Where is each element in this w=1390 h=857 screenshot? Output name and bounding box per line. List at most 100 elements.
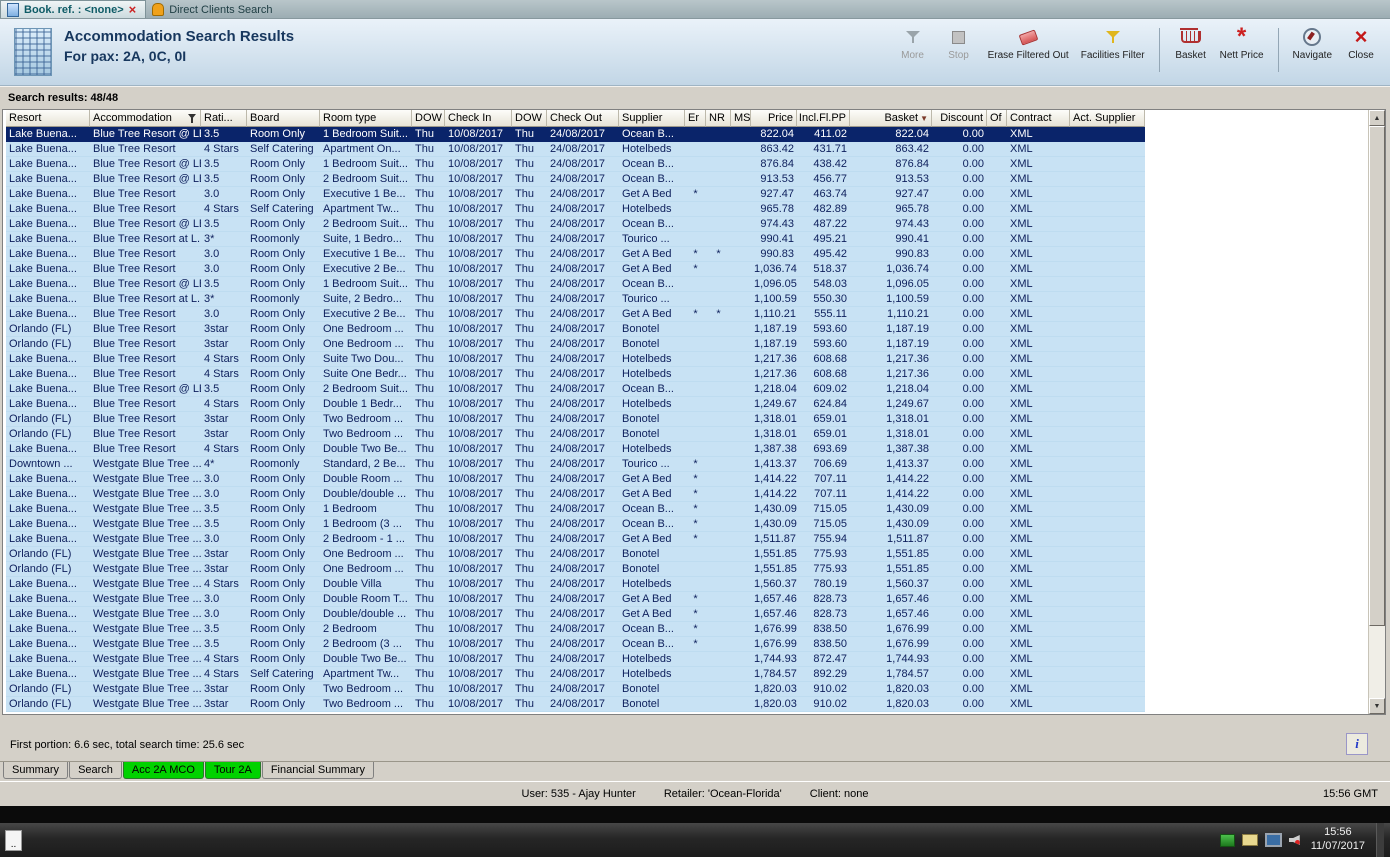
column-header-rating[interactable]: Rati...	[201, 110, 247, 127]
erase-filtered-out-button[interactable]: Erase Filtered Out	[988, 26, 1069, 61]
table-row[interactable]: Lake Buena...Blue Tree Resort @ LBV3.5Ro…	[6, 277, 1385, 292]
vertical-scrollbar[interactable]: ▲ ▼	[1368, 110, 1385, 714]
table-row[interactable]: Lake Buena...Blue Tree Resort @ LBV3.5Ro…	[6, 127, 1385, 142]
close-tab-icon[interactable]: ×	[129, 3, 137, 16]
network-icon[interactable]	[1219, 833, 1235, 847]
column-header-board[interactable]: Board	[247, 110, 320, 127]
cell-er	[685, 322, 706, 337]
table-row[interactable]: Lake Buena... Blue Tree Resort 3.0 Room Onl…	[6, 187, 1385, 202]
table-row[interactable]: Lake Buena... Blue Tree Resort 3.0 Room Onl…	[6, 262, 1385, 277]
table-row[interactable]: Lake Buena... Westgate Blue Tree ... 3.0 Ro…	[6, 532, 1385, 547]
tab-summary[interactable]: Summary	[3, 762, 69, 779]
stop-button[interactable]: Stop	[942, 26, 976, 61]
column-header-incl-fl-pp[interactable]: Incl.Fl.PP	[797, 110, 850, 127]
close-button[interactable]: × Close	[1344, 26, 1378, 62]
table-row[interactable]: Orlando (FL) Blue Tree Resort 3star Room On…	[6, 322, 1385, 337]
more-button[interactable]: More	[896, 26, 930, 61]
table-row[interactable]: Lake Buena... Westgate Blue Tree ... 3.5 Ro…	[6, 637, 1385, 652]
filter-funnel-icon[interactable]	[188, 113, 197, 123]
column-header-discount[interactable]: Discount	[932, 110, 987, 127]
cell-accommodation: Westgate Blue Tree ...	[90, 487, 201, 502]
basket-button[interactable]: Basket	[1174, 26, 1208, 61]
info-button[interactable]: i	[1346, 733, 1368, 755]
column-header-accommodation[interactable]: Accommodation	[90, 110, 201, 127]
column-header-act-supplier[interactable]: Act. Supplier	[1070, 110, 1145, 127]
table-row[interactable]: Lake Buena... Westgate Blue Tree ... 3.5 Ro…	[6, 517, 1385, 532]
table-row[interactable]: Lake Buena...Blue Tree Resort @ LBV3.5Ro…	[6, 217, 1385, 232]
table-row[interactable]: Orlando (FL) Blue Tree Resort 3star Room On…	[6, 337, 1385, 352]
table-row[interactable]: Orlando (FL) Blue Tree Resort 3star Room On…	[6, 427, 1385, 442]
tab-tour-2a[interactable]: Tour 2A	[204, 762, 261, 779]
column-header-resort[interactable]: Resort	[6, 110, 90, 127]
cell-basket: 1,096.05	[850, 277, 932, 292]
table-row[interactable]: Lake Buena... Westgate Blue Tree ... 4 Sta…	[6, 652, 1385, 667]
table-row[interactable]: Lake Buena... Westgate Blue Tree ... 4 Sta…	[6, 667, 1385, 682]
table-row[interactable]: Lake Buena... Blue Tree Resort 3.0 Room Onl…	[6, 247, 1385, 262]
table-row[interactable]: Orlando (FL) Westgate Blue Tree ... 3star R…	[6, 697, 1385, 712]
column-header-nr[interactable]: NR	[706, 110, 731, 127]
tab-direct-clients-search[interactable]: Direct Clients Search	[146, 1, 281, 18]
table-row[interactable]: Lake Buena... Westgate Blue Tree ... 3.5 Ro…	[6, 622, 1385, 637]
mail-icon[interactable]	[1241, 834, 1258, 846]
display-icon[interactable]	[1264, 833, 1282, 847]
table-row[interactable]: Lake Buena...Blue Tree Resort @ LBV3.5Ro…	[6, 382, 1385, 397]
cell-check-in: 10/08/2017	[445, 472, 512, 487]
column-header-er[interactable]: Er	[685, 110, 706, 127]
table-row[interactable]: Lake Buena... Blue Tree Resort 4 Stars Room…	[6, 397, 1385, 412]
column-header-contract[interactable]: Contract	[1007, 110, 1070, 127]
cell-resort: Lake Buena...	[6, 172, 90, 187]
table-row[interactable]: Lake Buena... Westgate Blue Tree ... 3.5 Ro…	[6, 502, 1385, 517]
show-desktop-button[interactable]	[1376, 823, 1384, 857]
column-header-room-type[interactable]: Room type	[320, 110, 412, 127]
table-row[interactable]: Lake Buena...Blue Tree Resort @ LBV3.5Ro…	[6, 157, 1385, 172]
column-header-ms[interactable]: MS	[731, 110, 751, 127]
table-row[interactable]: Lake Buena... Blue Tree Resort 4 Stars Room…	[6, 442, 1385, 457]
taskbar-toolbar-button[interactable]: ..	[5, 829, 22, 851]
scroll-up-button[interactable]: ▲	[1369, 110, 1385, 126]
table-row[interactable]: Lake Buena... Blue Tree Resort at L... 3* R…	[6, 292, 1385, 307]
scrollbar-thumb[interactable]	[1369, 126, 1385, 626]
table-row[interactable]: Orlando (FL) Westgate Blue Tree ... 3star R…	[6, 562, 1385, 577]
table-row[interactable]: Orlando (FL) Blue Tree Resort 3star Room On…	[6, 412, 1385, 427]
cell-dow-in: Thu	[412, 487, 445, 502]
cell-contract: XML	[1007, 562, 1070, 577]
scroll-down-button[interactable]: ▼	[1369, 698, 1385, 714]
table-row[interactable]: Downtown ... Westgate Blue Tree ... 4* Room…	[6, 457, 1385, 472]
table-row[interactable]: Lake Buena... Blue Tree Resort at L... 3* R…	[6, 232, 1385, 247]
table-row[interactable]: Lake Buena... Westgate Blue Tree ... 3.0 Ro…	[6, 592, 1385, 607]
table-row[interactable]: Lake Buena... Westgate Blue Tree ... 3.0 Ro…	[6, 487, 1385, 502]
taskbar-clock[interactable]: 15:56 11/07/2017	[1311, 826, 1365, 854]
column-header-basket[interactable]: Basket ▼	[850, 110, 932, 127]
table-row[interactable]: Lake Buena... Blue Tree Resort 4 Stars Room…	[6, 352, 1385, 367]
column-header-check-in[interactable]: Check In	[445, 110, 512, 127]
column-header-dow-out[interactable]: DOW	[512, 110, 547, 127]
volume-muted-icon[interactable]	[1288, 835, 1300, 845]
column-header-dow-in[interactable]: DOW	[412, 110, 445, 127]
table-row[interactable]: Lake Buena...Blue Tree Resort @ LBV3.5Ro…	[6, 172, 1385, 187]
cell-ms	[731, 172, 751, 187]
cell-accommodation: Blue Tree Resort	[90, 337, 201, 352]
column-header-of[interactable]: Of	[987, 110, 1007, 127]
document-icon	[7, 2, 19, 17]
table-row[interactable]: Orlando (FL) Westgate Blue Tree ... 3star R…	[6, 547, 1385, 562]
tab-financial-summary[interactable]: Financial Summary	[261, 762, 374, 779]
table-row[interactable]: Lake Buena... Blue Tree Resort 3.0 Room Onl…	[6, 307, 1385, 322]
tab-booking-ref[interactable]: Book. ref. : <none> ×	[0, 0, 147, 18]
tab-acc-2a-mco[interactable]: Acc 2A MCO	[122, 762, 204, 779]
table-row[interactable]: Lake Buena... Blue Tree Resort 4 Stars Self…	[6, 202, 1385, 217]
table-row[interactable]: Lake Buena... Blue Tree Resort 4 Stars Room…	[6, 367, 1385, 382]
table-row[interactable]: Lake Buena... Westgate Blue Tree ... 3.0 Ro…	[6, 472, 1385, 487]
navigate-button[interactable]: Navigate	[1293, 26, 1332, 61]
facilities-filter-button[interactable]: Facilities Filter	[1081, 26, 1145, 61]
table-row[interactable]: Lake Buena... Blue Tree Resort 4 Stars Self…	[6, 142, 1385, 157]
tab-search[interactable]: Search	[69, 762, 122, 779]
column-header-price[interactable]: Price	[751, 110, 797, 127]
column-header-check-out[interactable]: Check Out	[547, 110, 619, 127]
cell-supplier: Hotelbeds	[619, 397, 685, 412]
table-row[interactable]: Lake Buena... Westgate Blue Tree ... 3.0 Ro…	[6, 607, 1385, 622]
table-row[interactable]: Lake Buena... Westgate Blue Tree ... 4 Sta…	[6, 577, 1385, 592]
nett-price-button[interactable]: * Nett Price	[1220, 25, 1264, 62]
cell-ms	[731, 262, 751, 277]
table-row[interactable]: Orlando (FL) Westgate Blue Tree ... 3star R…	[6, 682, 1385, 697]
column-header-supplier[interactable]: Supplier	[619, 110, 685, 127]
